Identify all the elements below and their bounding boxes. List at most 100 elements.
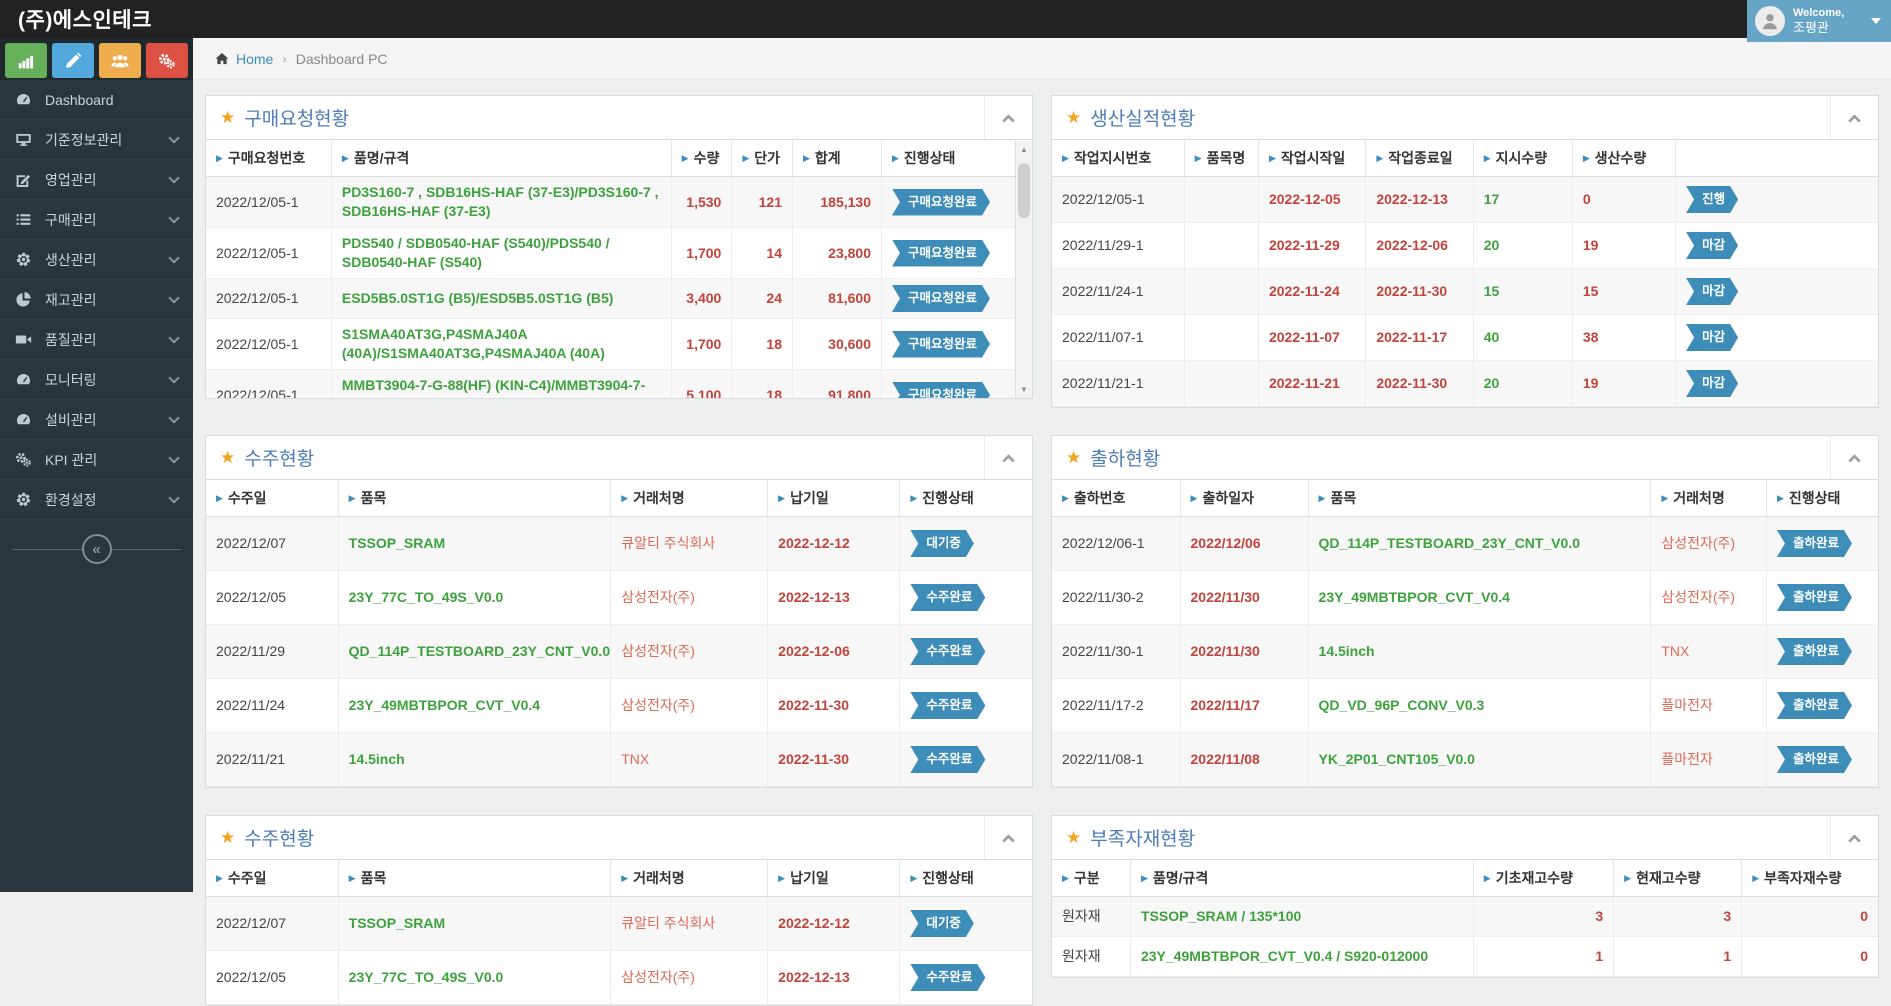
sidebar-item-inventory[interactable]: 재고관리 <box>0 280 193 320</box>
table-row[interactable]: 2022/11/29QD_114P_TESTBOARD_23Y_CNT_V0.0… <box>206 625 1032 679</box>
column-header[interactable]: ▶품목 <box>338 860 611 897</box>
column-header[interactable]: ▶구분 <box>1052 860 1130 897</box>
table-row[interactable]: 2022/12/0523Y_77C_TO_49S_V0.0삼성전자(주)2022… <box>206 951 1032 1005</box>
column-header[interactable]: ▶구매요청번호 <box>206 140 331 177</box>
panel-collapse-button[interactable] <box>1830 436 1878 479</box>
column-header[interactable]: ▶수량 <box>671 140 732 177</box>
table-row[interactable]: 2022/11/08-12022/11/08YK_2P01_CNT105_V0.… <box>1052 733 1878 787</box>
sidebar-item-label: 모니터링 <box>45 370 170 390</box>
settings-button[interactable] <box>146 43 188 78</box>
sidebar-item-kpi[interactable]: KPI 관리 <box>0 440 193 480</box>
edit-button[interactable] <box>52 43 94 78</box>
sidebar-item-production[interactable]: 생산관리 <box>0 240 193 280</box>
table-row[interactable]: 2022/12/05-1ESD5B5.0ST1G (B5)/ESD5B5.0ST… <box>206 279 1015 319</box>
column-header[interactable]: ▶작업지시번호 <box>1052 140 1184 177</box>
table-row[interactable]: 2022/12/05-1PD3S160-7 , SDB16HS-HAF (37-… <box>206 177 1015 228</box>
column-header[interactable]: ▶거래처명 <box>611 860 768 897</box>
panel-collapse-button[interactable] <box>1830 96 1878 139</box>
scroll-down-icon[interactable]: ▼ <box>1020 381 1028 398</box>
column-header[interactable]: ▶생산수량 <box>1572 140 1675 177</box>
table-row[interactable]: 2022/11/30-22022/11/3023Y_49MBTBPOR_CVT_… <box>1052 571 1878 625</box>
column-header[interactable]: ▶진행상태 <box>900 860 1032 897</box>
breadcrumb-home-link[interactable]: Home <box>236 51 273 67</box>
table-row[interactable]: 2022/12/05-1PDS540 / SDB0540-HAF (S540)/… <box>206 228 1015 279</box>
table-row[interactable]: 2022/12/05-1MMBT3904-7-G-88(HF) (KIN-C4)… <box>206 370 1015 399</box>
sidebar-item-base-info[interactable]: 기준정보관리 <box>0 120 193 160</box>
column-header[interactable]: ▶합계 <box>793 140 882 177</box>
panel-collapse-button[interactable] <box>984 816 1032 859</box>
sidebar-item-settings[interactable]: 환경설정 <box>0 480 193 520</box>
column-header[interactable] <box>1676 140 1878 177</box>
panel-collapse-button[interactable] <box>984 96 1032 139</box>
table-row[interactable]: 2022/11/17-22022/11/17QD_VD_96P_CONV_V0.… <box>1052 679 1878 733</box>
table-cell: 플마전자 <box>1651 733 1767 787</box>
sidebar-item-equipment[interactable]: 설비관리 <box>0 400 193 440</box>
sidebar-item-quality[interactable]: 품질관리 <box>0 320 193 360</box>
chevron-down-icon <box>168 132 179 143</box>
column-header[interactable]: ▶작업시작일 <box>1258 140 1365 177</box>
sidebar-item-dashboard[interactable]: Dashboard <box>0 80 193 120</box>
column-header[interactable]: ▶단가 <box>732 140 793 177</box>
column-header[interactable]: ▶기초재고수량 <box>1473 860 1613 897</box>
table-row[interactable]: 2022/12/05-12022-12-052022-12-13170진행 <box>1052 177 1878 223</box>
sidebar-item-label: 구매관리 <box>45 210 170 230</box>
column-header[interactable]: ▶현재고수량 <box>1614 860 1742 897</box>
panel-collapse-button[interactable] <box>1830 816 1878 859</box>
column-header[interactable]: ▶출하일자 <box>1180 480 1308 517</box>
sidebar-item-monitoring[interactable]: 모니터링 <box>0 360 193 400</box>
gauge-icon <box>15 91 32 108</box>
table-cell: 0 <box>1572 177 1675 223</box>
column-marker-icon: ▶ <box>778 493 785 503</box>
table-row[interactable]: 원자재TSSOP_SRAM / 135*100330 <box>1052 897 1878 937</box>
column-marker-icon: ▶ <box>1319 493 1326 503</box>
column-header[interactable]: ▶출하번호 <box>1052 480 1180 517</box>
table-row[interactable]: 2022/12/0523Y_77C_TO_49S_V0.0삼성전자(주)2022… <box>206 571 1032 625</box>
column-header[interactable]: ▶진행상태 <box>1766 480 1878 517</box>
table-row[interactable]: 2022/12/07TSSOP_SRAM큐알티 주식회사2022-12-12대기… <box>206 897 1032 951</box>
column-header[interactable]: ▶거래처명 <box>611 480 768 517</box>
table-row[interactable]: 2022/12/07TSSOP_SRAM큐알티 주식회사2022-12-12대기… <box>206 517 1032 571</box>
column-header[interactable]: ▶작업종료일 <box>1366 140 1473 177</box>
column-header[interactable]: ▶품명/규격 <box>1130 860 1473 897</box>
sidebar-collapse-button[interactable]: « <box>82 534 112 564</box>
column-header[interactable]: ▶품목명 <box>1184 140 1258 177</box>
table-row[interactable]: 2022/11/24-12022-11-242022-11-301515마감 <box>1052 269 1878 315</box>
sidebar-item-sales[interactable]: 영업관리 <box>0 160 193 200</box>
users-button[interactable] <box>99 43 141 78</box>
table-cell: 2022-11-30 <box>1366 361 1473 407</box>
table-row[interactable]: 2022/11/2114.5inchTNX2022-11-30수주완료 <box>206 733 1032 787</box>
table-cell <box>1184 315 1258 361</box>
column-header[interactable]: ▶진행상태 <box>900 480 1032 517</box>
column-header[interactable]: ▶품명/규격 <box>331 140 671 177</box>
table-row[interactable]: 2022/12/05-1S1SMA40AT3G,P4SMAJ40A (40A)/… <box>206 319 1015 370</box>
column-header[interactable]: ▶진행상태 <box>881 140 1015 177</box>
user-menu[interactable]: Welcome, 조평관 <box>1747 0 1891 42</box>
column-header[interactable]: ▶품목 <box>338 480 611 517</box>
column-header[interactable]: ▶부족자재수량 <box>1742 860 1878 897</box>
table-row[interactable]: 2022/11/07-12022-11-072022-11-174038마감 <box>1052 315 1878 361</box>
pie-icon <box>15 291 32 308</box>
column-header[interactable]: ▶거래처명 <box>1651 480 1767 517</box>
panel-collapse-button[interactable] <box>984 436 1032 479</box>
column-header[interactable]: ▶수주일 <box>206 860 338 897</box>
vertical-scrollbar[interactable]: ▲ ▼ <box>1015 141 1032 398</box>
scrollbar-thumb[interactable] <box>1018 163 1030 218</box>
scroll-up-icon[interactable]: ▲ <box>1020 141 1028 158</box>
column-header[interactable]: ▶수주일 <box>206 480 338 517</box>
column-header[interactable]: ▶지시수량 <box>1473 140 1572 177</box>
column-header[interactable]: ▶납기일 <box>768 860 900 897</box>
table-row[interactable]: 원자재23Y_49MBTBPOR_CVT_V0.4 / S920-0120001… <box>1052 937 1878 977</box>
table-row[interactable]: 2022/11/21-12022-11-212022-11-302019마감 <box>1052 361 1878 407</box>
table-row[interactable]: 2022/11/29-12022-11-292022-12-062019마감 <box>1052 223 1878 269</box>
column-header[interactable]: ▶품목 <box>1308 480 1651 517</box>
table-cell: 수주완료 <box>900 679 1032 733</box>
sidebar-item-label: 품질관리 <box>45 330 170 350</box>
table-cell: 2022/11/08-1 <box>1052 733 1180 787</box>
column-header[interactable]: ▶납기일 <box>768 480 900 517</box>
table-cell: 구매요청완료 <box>881 228 1015 279</box>
table-row[interactable]: 2022/12/06-12022/12/06QD_114P_TESTBOARD_… <box>1052 517 1878 571</box>
table-row[interactable]: 2022/11/2423Y_49MBTBPOR_CVT_V0.4삼성전자(주)2… <box>206 679 1032 733</box>
table-row[interactable]: 2022/11/30-12022/11/3014.5inchTNX출하완료 <box>1052 625 1878 679</box>
chart-button[interactable] <box>5 43 47 78</box>
sidebar-item-purchase[interactable]: 구매관리 <box>0 200 193 240</box>
